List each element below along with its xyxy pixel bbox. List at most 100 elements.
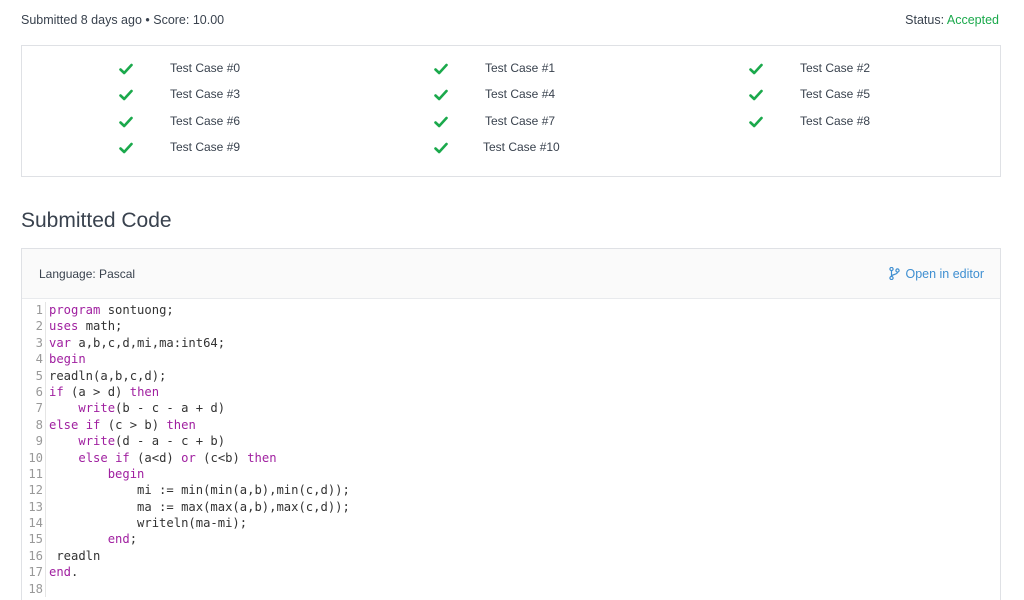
gutter-divider — [45, 498, 46, 516]
line-number: 9 — [35, 434, 43, 449]
code-token: readln — [49, 548, 101, 563]
gutter-divider — [45, 482, 46, 499]
code-line: 10 else if (a<d) or (c<b) then — [22, 449, 350, 466]
code-text: mi := min(min(a,b),min(c,d)); — [49, 482, 350, 498]
code-line: 18 — [22, 580, 350, 598]
check-icon — [434, 116, 448, 128]
code-token: sontuong; — [100, 303, 174, 317]
code-text: begin — [49, 466, 145, 482]
test-case-item[interactable]: Test Case #3 — [119, 86, 279, 104]
line-number: 2 — [35, 319, 43, 334]
code-text: else if (a<d) or (c<b) then — [49, 450, 277, 466]
keyword-token: then — [247, 450, 277, 465]
code-line: 6 if (a > d) then — [22, 383, 350, 401]
line-number: 8 — [35, 417, 43, 432]
keyword-token: write — [78, 434, 116, 449]
code-line: 12 mi := min(min(a,b),min(c,d)); — [22, 482, 350, 499]
section-title: Submitted Code — [21, 209, 172, 232]
line-number: 16 — [28, 548, 43, 563]
branch-icon — [889, 267, 901, 280]
test-case-label: Test Case #7 — [485, 114, 556, 128]
gutter-divider — [45, 416, 46, 434]
test-case-label: Test Case #4 — [485, 87, 556, 101]
line-number: 17 — [28, 565, 43, 580]
test-cases-panel: Test Case #0 Test Case #1 Test Case #2 Test… — [21, 45, 1001, 177]
code-token: . — [71, 565, 79, 580]
line-number: 3 — [35, 335, 43, 350]
test-case-item[interactable]: Test Case #4 — [434, 86, 594, 104]
line-number: 15 — [28, 532, 43, 547]
check-icon — [119, 63, 133, 75]
code-editor[interactable]: 1 program sontuong; 2 uses math; 3 var a,b,c,… — [22, 302, 350, 598]
code-line: 7 write(b - c - a + d) — [22, 400, 350, 417]
gutter-divider — [45, 564, 46, 581]
test-case-label: Test Case #6 — [170, 114, 241, 128]
line-number: 1 — [35, 303, 43, 317]
code-token: (a > d) — [63, 384, 130, 399]
gutter-divider — [45, 547, 46, 565]
test-case-item[interactable]: Test Case #5 — [749, 86, 909, 104]
test-case-item[interactable]: Test Case #6 — [119, 113, 279, 131]
keyword-token: write — [78, 401, 116, 416]
code-panel-header: Language: Pascal Open in editor — [22, 249, 1000, 299]
keyword-token: else — [49, 417, 79, 432]
code-line: 3 var a,b,c,d,mi,ma:int64; — [22, 334, 350, 352]
line-number: 13 — [28, 499, 43, 514]
open-in-editor-link[interactable]: Open in editor — [889, 267, 984, 281]
test-case-item[interactable]: Test Case #7 — [434, 113, 594, 131]
code-text: readln — [49, 548, 100, 564]
code-token: (c > b) — [100, 417, 167, 432]
test-case-item[interactable]: Test Case #10 — [434, 139, 594, 157]
code-token: readln(a,b,c,d); — [49, 368, 167, 383]
gutter-divider — [45, 351, 46, 368]
test-case-label: Test Case #9 — [170, 140, 241, 154]
open-in-editor-label: Open in editor — [905, 266, 984, 281]
code-text: write(b - c - a + d) — [49, 400, 225, 416]
gutter-divider — [45, 302, 46, 319]
test-case-label: Test Case #10 — [483, 140, 560, 154]
code-line: 1 program sontuong; — [22, 302, 350, 319]
keyword-token: begin — [49, 352, 86, 367]
code-text: end. — [49, 564, 78, 580]
test-case-item[interactable]: Test Case #8 — [749, 113, 909, 131]
test-case-item[interactable]: Test Case #0 — [119, 60, 279, 78]
code-line: 9 write(d - a - c + b) — [22, 433, 350, 450]
gutter-divider — [45, 400, 46, 417]
code-token: (d - a - c + b) — [115, 434, 226, 449]
line-number: 14 — [28, 516, 43, 531]
check-icon — [119, 116, 133, 128]
code-line: 14 writeln(ma-mi); — [22, 515, 350, 532]
code-text: readln(a,b,c,d); — [49, 368, 166, 384]
code-text: var a,b,c,d,mi,ma:int64; — [49, 335, 225, 351]
test-case-label: Test Case #0 — [170, 61, 241, 75]
code-token: (b - c - a + d) — [115, 401, 226, 416]
code-line: 5 readln(a,b,c,d); — [22, 367, 350, 384]
gutter-divider — [45, 580, 46, 598]
line-number: 11 — [28, 466, 43, 481]
code-line: 11 begin — [22, 465, 350, 483]
test-case-item[interactable]: Test Case #1 — [434, 60, 594, 78]
code-text: write(d - a - c + b) — [49, 433, 225, 449]
line-number: 7 — [35, 401, 43, 416]
check-icon — [119, 89, 133, 101]
check-icon — [434, 63, 448, 75]
keyword-token: or — [181, 450, 196, 465]
gutter-divider — [45, 531, 46, 548]
code-token: a,b,c,d,mi,ma:int64; — [71, 335, 226, 350]
gutter-divider — [45, 334, 46, 352]
language-label: Language: Pascal — [39, 266, 136, 281]
code-line: 15 end; — [22, 531, 350, 548]
test-case-item[interactable]: Test Case #2 — [749, 60, 909, 78]
line-number: 18 — [28, 581, 43, 596]
test-case-item[interactable]: Test Case #9 — [119, 139, 279, 157]
code-token: ma := max(max(a,b),max(c,d)); — [49, 499, 350, 514]
check-icon — [119, 142, 133, 154]
code-text: uses math; — [49, 318, 122, 334]
check-icon — [434, 142, 448, 154]
check-icon — [749, 116, 763, 128]
test-case-label: Test Case #2 — [800, 61, 871, 75]
